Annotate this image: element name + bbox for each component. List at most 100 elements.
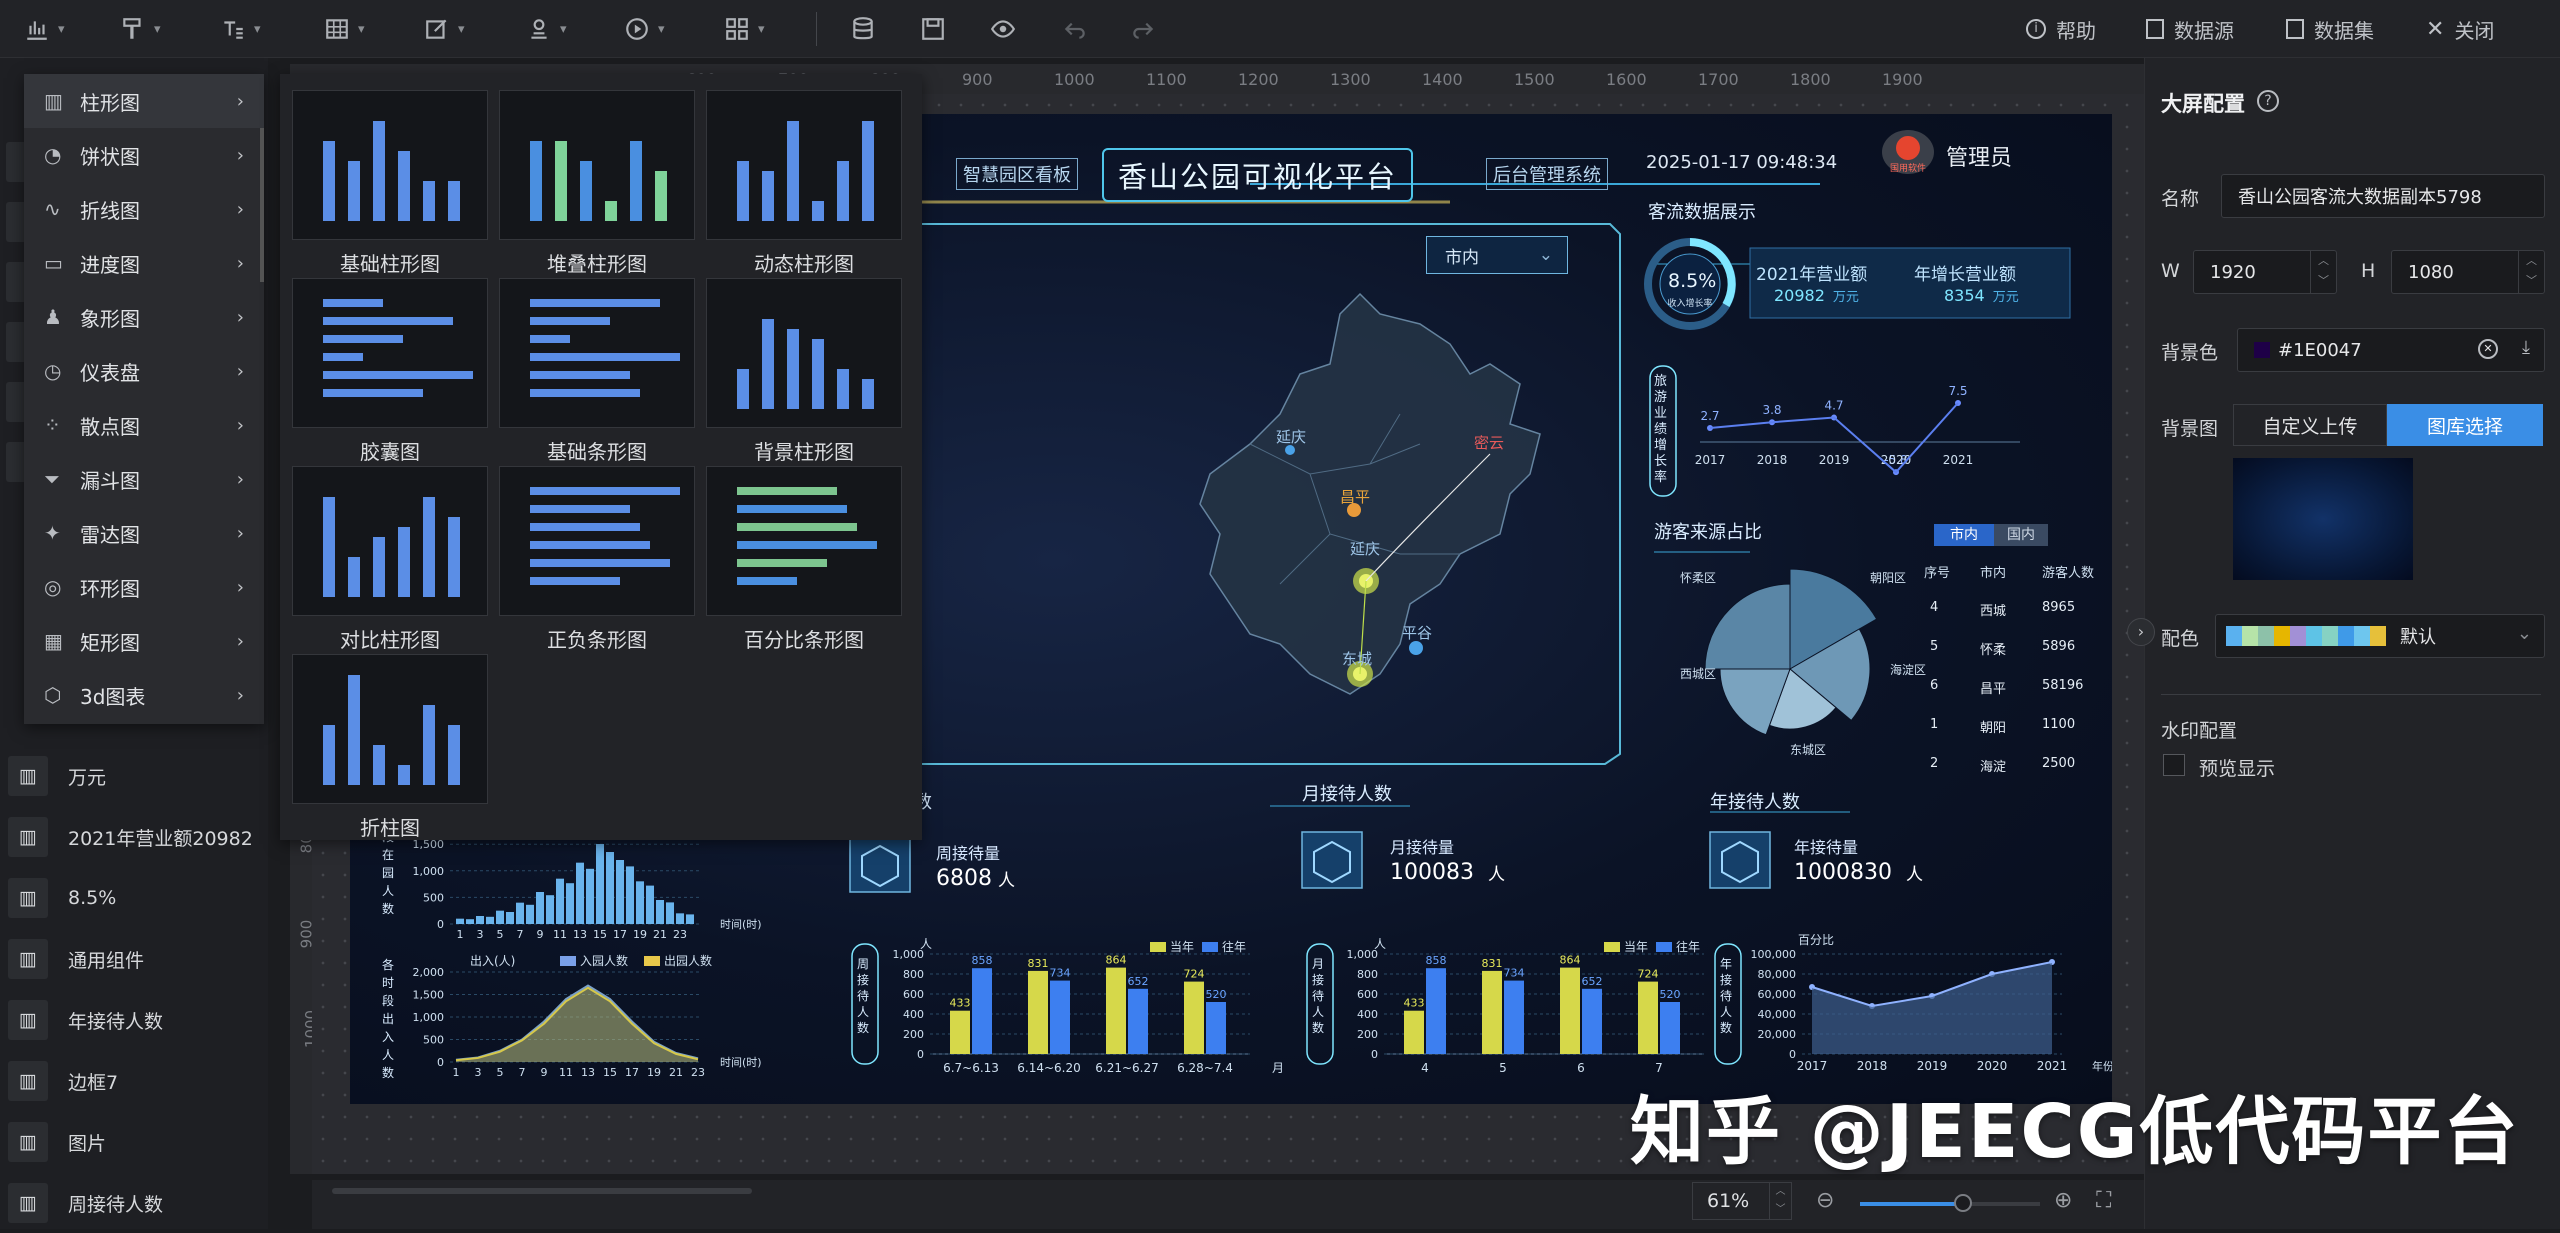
region-select[interactable]: 市内 ⌄ — [1426, 236, 1568, 274]
y-tick: 800 — [1357, 968, 1378, 981]
thumbnail-bar — [530, 487, 680, 495]
axis-unit: 百分比 — [1798, 934, 1834, 947]
chart-thumbnail[interactable] — [499, 278, 695, 428]
name-input[interactable]: 香山公园客流大数据副本5798 — [2221, 174, 2545, 218]
layer-item[interactable]: ▥ 8.5% — [0, 868, 268, 928]
zoom-slider-handle[interactable] — [1954, 1194, 1972, 1212]
thumbnail-preview — [737, 487, 877, 585]
chart-thumbnail[interactable] — [499, 90, 695, 240]
admin-label[interactable]: 管理员 — [1946, 140, 2012, 172]
thumbnail-bar — [530, 299, 660, 307]
stamp-tool-button[interactable]: ▾ — [526, 14, 567, 44]
category-label: 柱形图 — [80, 90, 140, 115]
chart-thumbnail[interactable] — [706, 278, 902, 428]
datasource-button[interactable]: 数据源 — [2146, 14, 2234, 44]
bar — [1504, 980, 1524, 1054]
category-item[interactable]: ◔ 饼状图 › — [24, 128, 264, 182]
layer-item[interactable]: ▥ 周接待人数 — [0, 1173, 268, 1233]
year-stat-label: 年接待量 — [1794, 838, 1859, 857]
category-item[interactable]: ♟ 象形图 › — [24, 290, 264, 344]
custom-upload-button[interactable]: 自定义上传 — [2233, 404, 2387, 446]
tick-label: 6.21~6.27 — [1095, 1061, 1159, 1075]
redo-button[interactable] — [1130, 14, 1156, 44]
width-input[interactable]: 1920 ︿ ﹀ — [2193, 250, 2337, 294]
chart-thumbnail[interactable] — [292, 90, 488, 240]
category-item[interactable]: ✦ 雷达图 › — [24, 506, 264, 560]
category-item[interactable]: ▥ 柱形图 › — [24, 74, 264, 128]
save-icon — [922, 18, 944, 40]
axis-unit: 时间(时) — [720, 918, 762, 931]
media-tool-button[interactable]: ▾ — [624, 14, 665, 44]
week-stat-unit: 人 — [998, 871, 1015, 891]
height-stepper[interactable]: ︿ ﹀ — [2518, 251, 2544, 293]
zoom-out-icon[interactable]: ⊖ — [1816, 1188, 1834, 1213]
header-tag-dashboard[interactable]: 智慧园区看板 — [956, 158, 1078, 190]
width-stepper[interactable]: ︿ ﹀ — [2310, 251, 2336, 293]
undo-button[interactable] — [1062, 14, 1088, 44]
database-button[interactable] — [850, 14, 876, 44]
thumbnail-bar — [323, 317, 453, 325]
bg-color-input[interactable]: #1E0047 ✕ ⤓ — [2237, 328, 2545, 372]
brush-tool-button[interactable]: ▾ — [120, 14, 161, 44]
tab-domestic[interactable]: 国内 — [1994, 524, 2048, 546]
zoom-slider[interactable] — [1860, 1202, 2040, 1206]
category-item[interactable]: ▭ 进度图 › — [24, 236, 264, 290]
layer-item[interactable]: ▥ 万元 — [0, 746, 268, 806]
category-item[interactable]: ⁘ 散点图 › — [24, 398, 264, 452]
chart-thumbnail[interactable] — [706, 90, 902, 240]
category-item[interactable]: ◎ 环形图 › — [24, 560, 264, 614]
collapse-panel-button[interactable]: › — [2127, 618, 2155, 646]
thumbnail-bar — [837, 369, 849, 409]
y-tick: 1,000 — [413, 865, 445, 878]
category-item[interactable]: ⏷ 漏斗图 › — [24, 452, 264, 506]
help-button[interactable]: i 帮助 — [2026, 14, 2096, 44]
layer-label: 通用组件 — [68, 949, 145, 972]
bg-image-preview[interactable] — [2233, 458, 2413, 580]
preview-checkbox[interactable] — [2163, 754, 2185, 776]
clear-icon[interactable]: ✕ — [2478, 339, 2498, 359]
map-label: 密云 — [1474, 434, 1505, 452]
chart-thumbnail[interactable] — [706, 466, 902, 616]
gallery-select-button[interactable]: 图库选择 — [2387, 404, 2543, 446]
edit-tool-button[interactable]: ▾ — [424, 14, 465, 44]
layer-item[interactable]: ▥ 2021年营业额20982 — [0, 807, 268, 867]
close-button[interactable]: ✕ 关闭 — [2426, 14, 2494, 44]
chart-thumbnail[interactable] — [292, 278, 488, 428]
table-cell: 58196 — [2042, 678, 2084, 693]
bar — [556, 878, 564, 924]
layer-item[interactable]: ▥ 边框7 — [0, 1051, 268, 1111]
layer-item[interactable]: ▥ 图片 — [0, 1112, 268, 1172]
category-item[interactable]: ◷ 仪表盘 › — [24, 344, 264, 398]
chevron-right-icon: › — [236, 414, 244, 436]
chart-thumbnail[interactable] — [499, 466, 695, 616]
legend-swatch — [1150, 942, 1166, 952]
zoom-input[interactable]: 61% ︿ ﹀ — [1692, 1182, 1792, 1220]
instant-bar-chart: 05001,0001,5001 3 5 7 9 11 13 15 17 19 21 23时间(时) — [413, 838, 762, 941]
eyedropper-icon[interactable]: ⤓ — [2522, 337, 2530, 358]
text-tool-button[interactable]: ▾ — [220, 14, 261, 44]
header-tag-admin[interactable]: 后台管理系统 — [1486, 158, 1608, 190]
save-button[interactable] — [920, 14, 946, 44]
category-item[interactable]: ▦ 矩形图 › — [24, 614, 264, 668]
dataset-button[interactable]: 数据集 — [2286, 14, 2374, 44]
chart-thumbnail[interactable] — [292, 654, 488, 804]
category-item[interactable]: ⬡ 3d图表 › — [24, 668, 264, 722]
bar — [666, 902, 674, 924]
help-icon[interactable]: ? — [2257, 90, 2279, 112]
fit-screen-icon[interactable]: ⛶ — [2096, 1188, 2111, 1213]
tab-local[interactable]: 市内 — [1934, 524, 1994, 546]
chart-tool-button[interactable]: ▾ — [24, 14, 65, 44]
horizontal-scrollbar[interactable] — [332, 1188, 752, 1194]
layer-item[interactable]: ▥ 通用组件 — [0, 929, 268, 989]
zoom-in-icon[interactable]: ⊕ — [2054, 1188, 2072, 1213]
table-tool-button[interactable]: ▾ — [324, 14, 365, 44]
zoom-stepper[interactable]: ︿ ﹀ — [1769, 1183, 1791, 1219]
grid-tool-button[interactable]: ▾ — [724, 14, 765, 44]
chart-thumbnail[interactable] — [292, 466, 488, 616]
height-input[interactable]: 1080 ︿ ﹀ — [2391, 250, 2545, 294]
preview-button[interactable] — [990, 14, 1016, 44]
layer-item[interactable]: ▥ 年接待人数 — [0, 990, 268, 1050]
bar — [546, 895, 554, 924]
palette-select[interactable]: 默认 ⌄ — [2215, 614, 2545, 658]
category-item[interactable]: ∿ 折线图 › — [24, 182, 264, 236]
